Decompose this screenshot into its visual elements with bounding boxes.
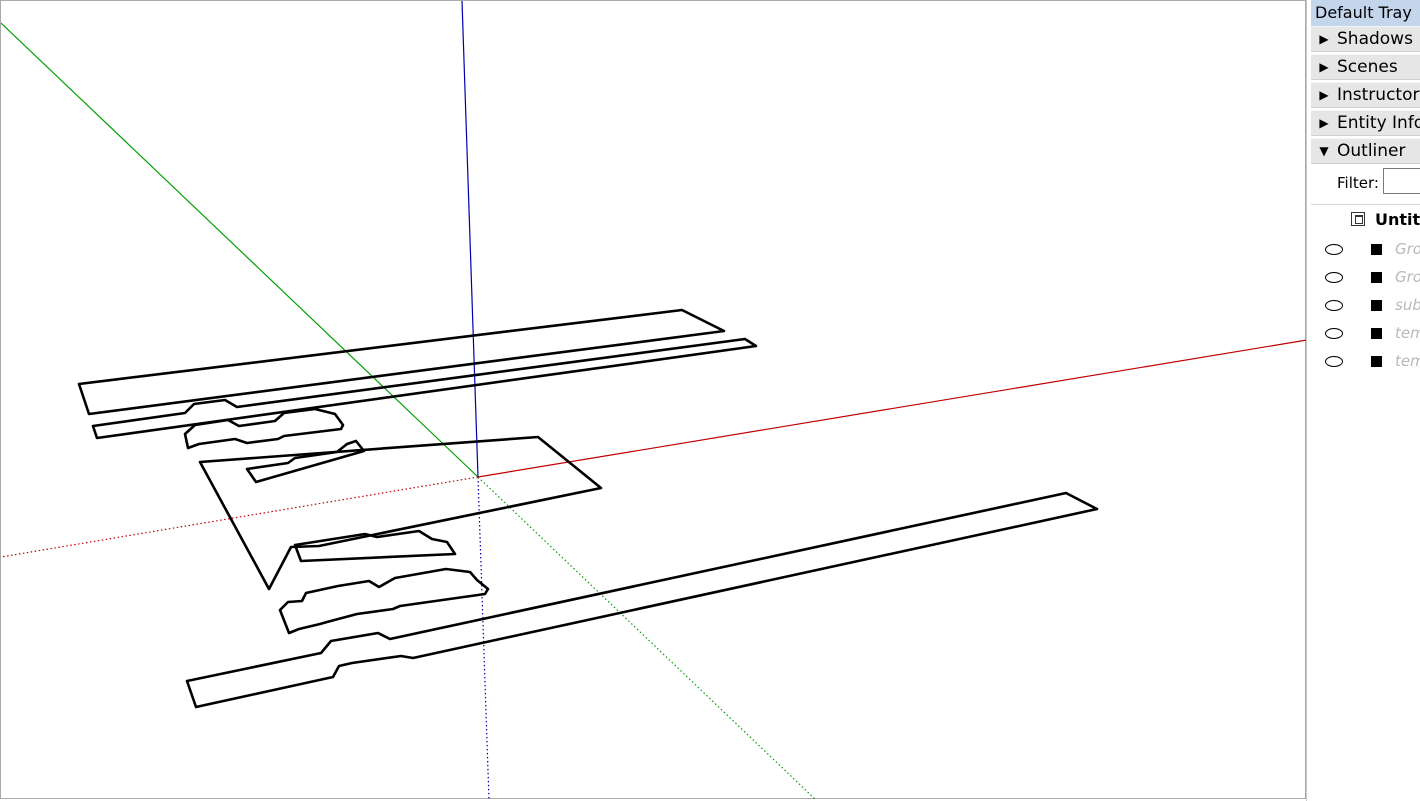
component-square-icon [1371,272,1382,283]
expand-triangle-icon: ▶ [1319,116,1329,130]
outliner-row-label: tem [1395,324,1420,342]
panel-scenes[interactable]: ▶ Scenes [1311,54,1420,80]
outliner-row[interactable]: tem [1315,320,1420,346]
green-axis-positive [1,22,479,478]
expand-triangle-icon: ▶ [1319,60,1329,74]
component-square-icon [1371,328,1382,339]
panel-label: Instructor [1337,85,1420,105]
panel-instructor[interactable]: ▶ Instructor [1311,82,1420,108]
panel-outliner[interactable]: ▼ Outliner [1311,138,1420,164]
component-square-icon [1371,356,1382,367]
collapse-triangle-icon: ▼ [1319,144,1329,158]
outliner-row-label: Group [1395,240,1420,258]
panel-label: Shadows [1337,29,1413,49]
outliner-row-label: Group [1395,268,1420,286]
red-axis-negative [1,476,479,558]
outliner-row[interactable]: sub [1315,292,1420,318]
outliner-filter-row: Filter: [1311,166,1420,200]
tray-title[interactable]: Default Tray [1311,0,1420,26]
filter-input[interactable] [1383,168,1420,194]
eye-icon[interactable] [1325,272,1343,283]
panel-label: Scenes [1337,57,1398,77]
blue-axis-negative [477,476,490,800]
home-icon [1351,212,1365,226]
default-tray: Default Tray ▶ Shadows ▶ Scenes ▶ Instructo… [1306,0,1420,801]
eye-icon[interactable] [1325,356,1343,367]
model-viewport[interactable] [0,0,1307,800]
panel-label: Outliner [1337,141,1406,161]
component-square-icon [1371,244,1382,255]
outliner-row[interactable]: Group [1315,264,1420,290]
red-axis-positive [477,339,1307,478]
expand-triangle-icon: ▶ [1319,32,1329,46]
outliner-divider [1311,204,1420,205]
outliner-row[interactable]: Group [1315,236,1420,262]
panel-shadows[interactable]: ▶ Shadows [1311,26,1420,52]
root-label: Untitled [1375,210,1420,229]
green-axis-negative [477,476,817,800]
eye-icon[interactable] [1325,328,1343,339]
eye-icon[interactable] [1325,244,1343,255]
panel-entity-info[interactable]: ▶ Entity Info [1311,110,1420,136]
strip-top-thin[interactable] [91,337,758,440]
expand-triangle-icon: ▶ [1319,88,1329,102]
filter-label: Filter: [1337,174,1379,192]
component-square-icon [1371,300,1382,311]
cutout-zigzag-2[interactable] [245,439,366,484]
strip-top-long[interactable] [77,308,726,416]
outliner-row-label: sub [1395,296,1420,314]
outliner-row-label: tem [1395,352,1420,370]
viewport-canvas[interactable] [1,1,1307,800]
strip-bottom-long[interactable] [185,491,1099,709]
eye-icon[interactable] [1325,300,1343,311]
outliner-row[interactable]: tem [1315,348,1420,374]
panel-label: Entity Info [1337,113,1420,133]
blue-axis-positive [461,1,479,478]
